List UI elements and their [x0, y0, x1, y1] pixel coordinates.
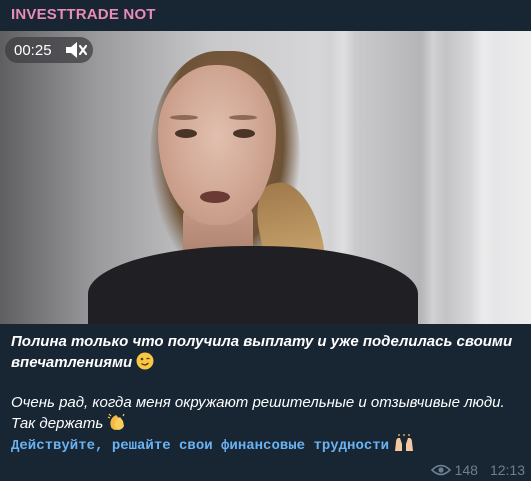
caption-line-1: Полина только что получила выплату и уже…	[11, 333, 513, 371]
caption-line-2: Очень рад, когда меня окружают решительн…	[11, 394, 505, 432]
video-eye	[233, 129, 255, 138]
message-caption: Полина только что получила выплату и уже…	[11, 332, 523, 456]
curtain-fold	[420, 31, 446, 324]
message-time: 12:13	[489, 462, 525, 478]
eye-icon	[430, 464, 451, 476]
video-brow	[170, 115, 198, 120]
clapping-hands-emoji	[108, 413, 125, 430]
channel-name[interactable]: INVESTTRADE NOT	[11, 6, 156, 23]
video-brow	[229, 115, 257, 120]
video-duration-badge[interactable]: 00:25	[5, 37, 93, 63]
raising-hands-emoji	[395, 434, 414, 451]
video-player[interactable]	[0, 31, 531, 324]
video-mouth	[200, 191, 230, 203]
view-count: 148	[454, 462, 478, 478]
message-meta: 148 12:13	[430, 462, 525, 478]
winking-face-emoji	[136, 352, 154, 370]
curtain-fold	[470, 31, 496, 324]
video-eye	[175, 129, 197, 138]
speaker-muted-icon[interactable]	[64, 41, 88, 59]
video-duration: 00:25	[14, 41, 52, 59]
channel-message: INVESTTRADE NOT 00:25 Полина только что …	[0, 0, 531, 481]
caption-line-3[interactable]: Действуйте, решайте свои финансовые труд…	[11, 434, 523, 456]
